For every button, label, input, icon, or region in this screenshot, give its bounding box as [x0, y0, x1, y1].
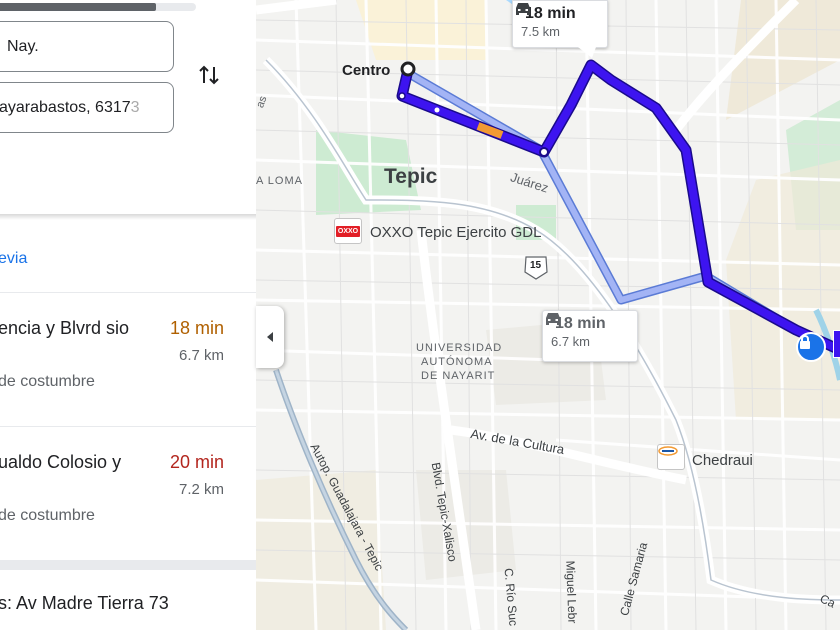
map-canvas[interactable]: Centro Tepic A LOMA Juárez OXXO Tepic Ej…	[256, 0, 840, 630]
destination-value: ayarabastos, 6317	[0, 98, 131, 116]
route-note: de costumbre	[0, 373, 95, 390]
destination-input[interactable]: ayarabastos, 6317 3	[0, 82, 174, 133]
route-option[interactable]: encia y Blvrd sio 18 min 6.7 km de costu…	[0, 292, 256, 426]
parking-lock-icon[interactable]	[796, 332, 826, 362]
oxxo-poi-icon[interactable]: OXXO	[334, 218, 362, 244]
callout-distance: 6.7 km	[551, 334, 591, 350]
destination-value-fade: 3	[130, 98, 140, 116]
section-separator	[0, 560, 256, 570]
oxxo-logo-text: OXXO	[335, 225, 361, 237]
route-time-callout-primary[interactable]: 18 min 7.5 km	[512, 0, 608, 48]
highway-15-label: 15	[530, 260, 542, 271]
origin-input[interactable]: Nay.	[0, 21, 174, 72]
route-time: 18 min	[169, 318, 224, 338]
map-label-miguel-lebr: Miguel Lebr	[563, 560, 580, 624]
route-note: de costumbre	[0, 507, 95, 524]
directions-panel: Nay. ayarabastos, 6317 3 evia encia y Blv…	[0, 0, 256, 630]
route-option[interactable]: ualdo Colosio y 20 min 7.2 km de costumb…	[0, 426, 256, 560]
route-distance: 7.2 km	[178, 481, 224, 498]
preview-link[interactable]: evia	[0, 250, 27, 268]
route-time: 20 min	[169, 452, 224, 472]
map-label-oxxo: OXXO Tepic Ejercito GDL	[370, 224, 542, 241]
callout-pointer	[578, 47, 596, 58]
route-time-callout-alternate[interactable]: 18 min 6.7 km	[542, 310, 638, 362]
map-label-centro: Centro	[342, 62, 391, 79]
map-label-la-loma: A LOMA	[256, 175, 303, 187]
map-label-tepic: Tepic	[384, 165, 438, 188]
route-name: encia y Blvrd sio	[0, 318, 130, 338]
collapse-panel-button[interactable]	[256, 306, 284, 368]
route-distance: 6.7 km	[178, 347, 224, 364]
progress-bar	[0, 3, 156, 11]
map-label-chedraui: Chedraui	[692, 452, 753, 469]
destination-marker[interactable]	[833, 330, 840, 358]
origin-value: Nay.	[7, 37, 39, 55]
swap-directions-icon[interactable]	[196, 62, 222, 88]
section-divider	[0, 214, 256, 220]
route-name: ualdo Colosio y	[0, 452, 122, 472]
map-label-university-3: DE NAYARIT	[421, 370, 496, 382]
chevron-left-icon	[267, 332, 273, 342]
chedraui-poi-icon[interactable]	[657, 444, 685, 470]
destination-heading: s: Av Madre Tierra 73	[0, 593, 169, 613]
callout-distance: 7.5 km	[521, 24, 561, 40]
map-label-university-2: AUTÓNOMA	[421, 356, 493, 368]
map-label-university-1: UNIVERSIDAD	[416, 342, 503, 354]
